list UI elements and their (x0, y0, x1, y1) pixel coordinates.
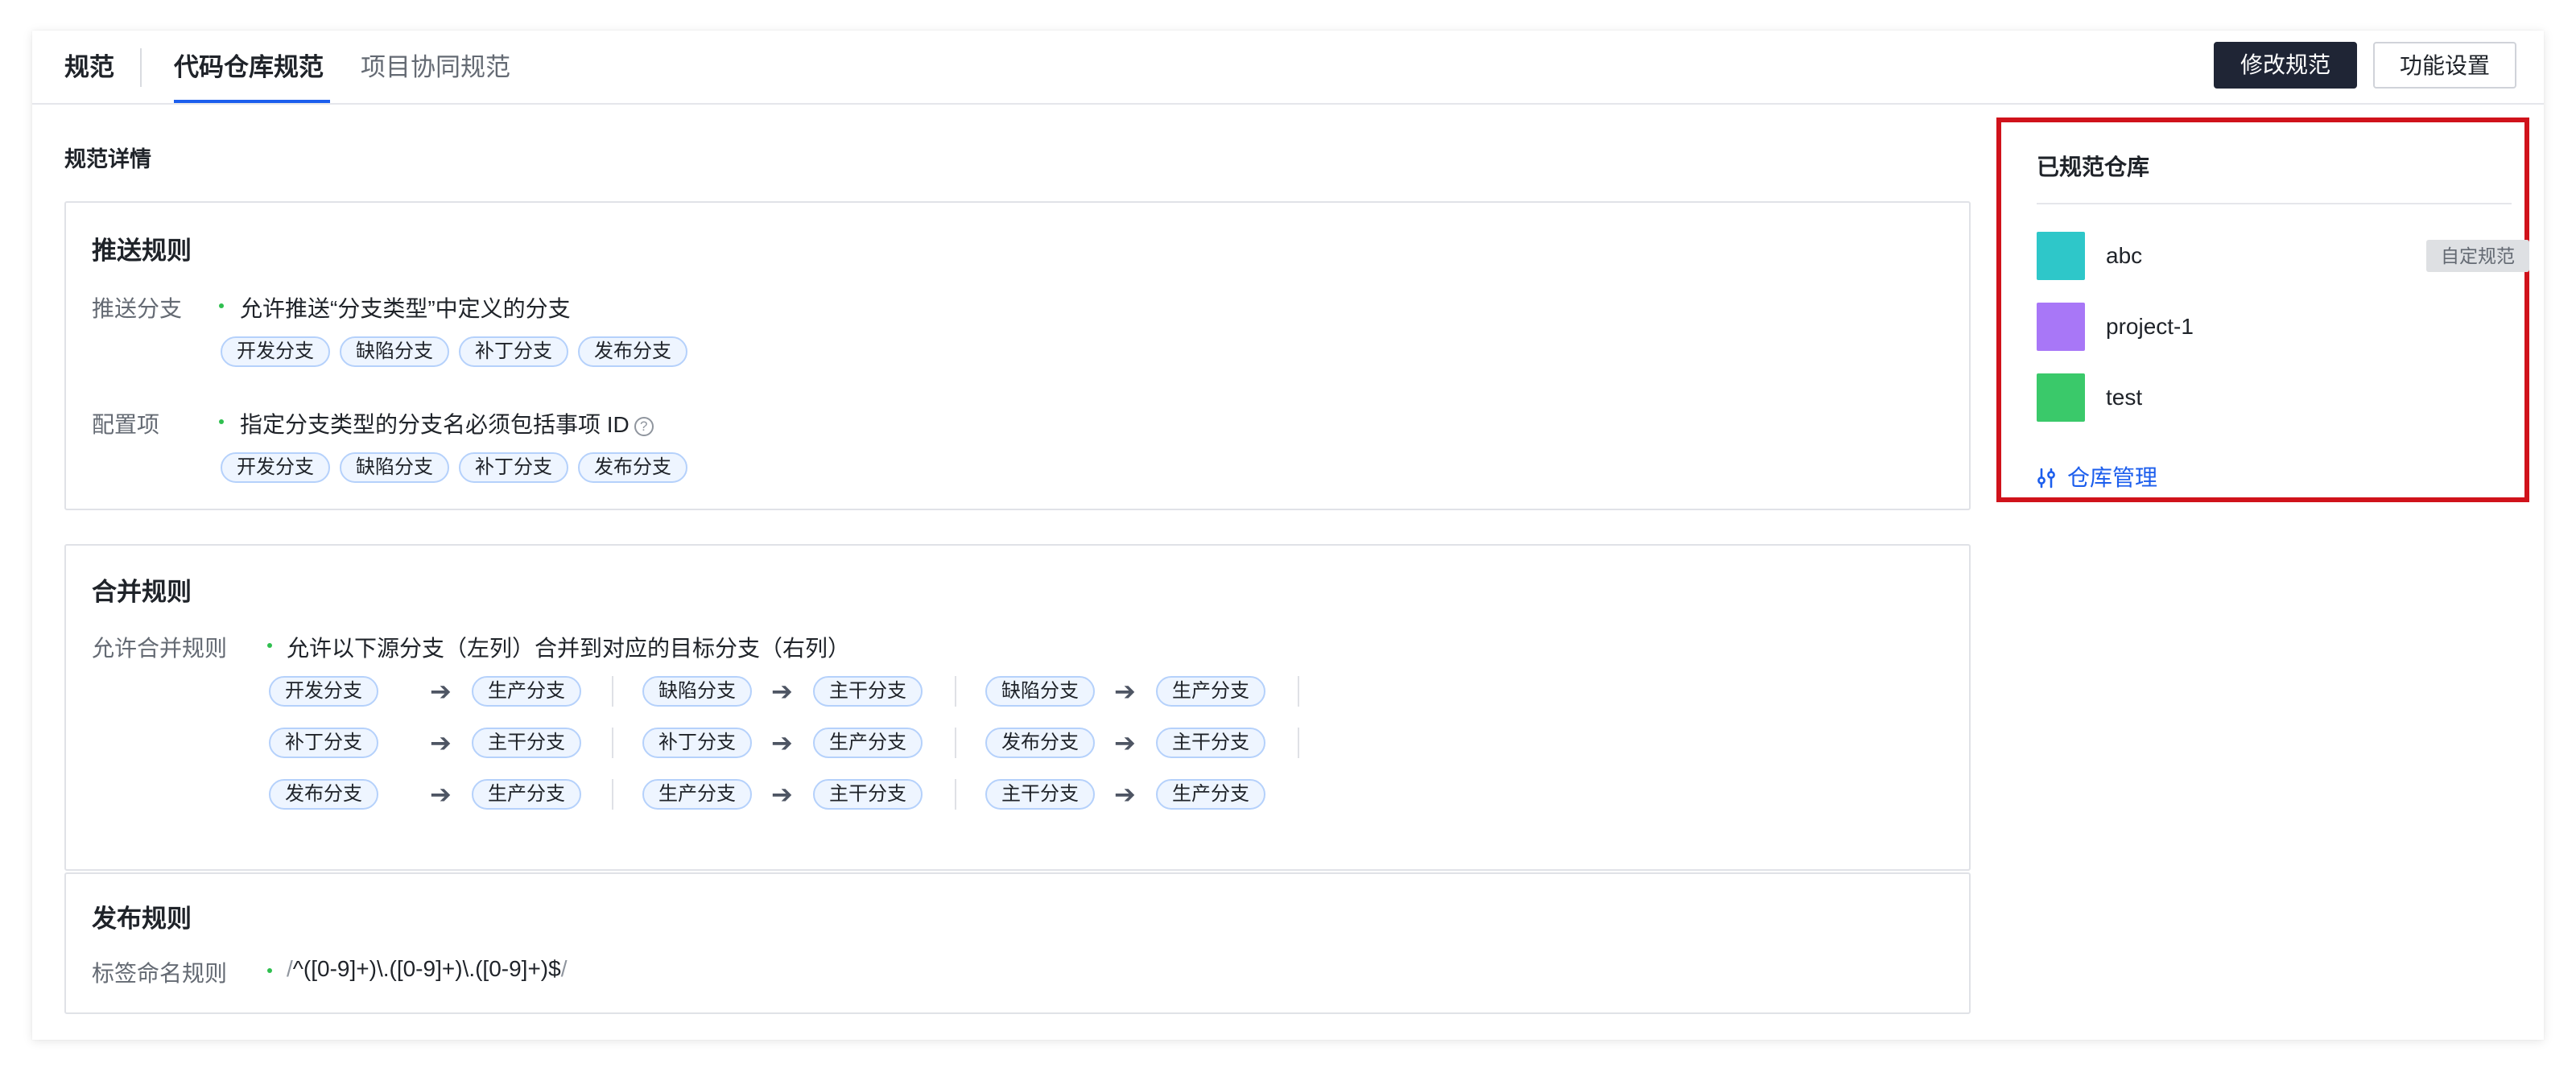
source-branch-tag: 缺陷分支 (642, 676, 752, 707)
target-branch-tag: 生产分支 (472, 676, 581, 707)
release-rules-panel: 发布规则 标签命名规则 /^([0-9]+)\.([0-9]+)\.([0-9]… (64, 872, 1971, 1014)
edit-rules-button[interactable]: 修改规范 (2214, 42, 2357, 89)
arrow-right-icon: ➔ (771, 780, 793, 809)
custom-rule-badge: 自定规范 (2426, 240, 2529, 272)
branch-tag: 缺陷分支 (340, 452, 449, 483)
branch-tag: 开发分支 (221, 336, 330, 367)
source-branch-tag: 补丁分支 (269, 728, 378, 758)
repo-name[interactable]: abc (2106, 243, 2142, 269)
repo-management-link[interactable]: 仓库管理 (2037, 460, 2157, 493)
arrow-right-icon: ➔ (1114, 780, 1136, 809)
source-branch-tag: 缺陷分支 (985, 676, 1095, 707)
column-divider (955, 728, 956, 758)
column-divider (955, 779, 956, 810)
push-rules-panel: 推送规则 推送分支 允许推送“分支类型”中定义的分支 开发分支 缺陷分支 补丁分… (64, 201, 1971, 510)
branch-tag: 补丁分支 (459, 452, 568, 483)
tag-naming-label: 标签命名规则 (92, 961, 228, 986)
rules-card: 规范 代码仓库规范 项目协同规范 修改规范 功能设置 规范详情 推送规则 推送分… (32, 31, 2544, 1040)
governed-repos-panel: 已规范仓库 abc 自定规范 project-1 test 仓库管理 (1996, 118, 2529, 502)
regex-delimiter: / (560, 956, 568, 981)
target-branch-tag: 主干分支 (472, 728, 581, 758)
merge-rules-text: 允许以下源分支（左列）合并到对应的目标分支（右列） (287, 636, 851, 661)
push-rules-title: 推送规则 (92, 237, 192, 265)
bullet-dot (267, 968, 272, 973)
tab-project-collab-rules[interactable]: 项目协同规范 (361, 52, 510, 84)
column-divider (612, 676, 613, 707)
branch-tag: 补丁分支 (459, 336, 568, 367)
target-branch-tag: 生产分支 (1156, 676, 1265, 707)
repo-avatar (2037, 373, 2085, 422)
governed-repos-title: 已规范仓库 (2037, 155, 2150, 179)
regex-pattern: ^([0-9]+)\.([0-9]+)\.([0-9]+)$ (292, 956, 561, 981)
target-branch-tag: 生产分支 (1156, 779, 1265, 810)
repo-name[interactable]: test (2106, 385, 2142, 410)
column-divider (1298, 728, 1299, 758)
merge-rules-title: 合并规则 (92, 578, 192, 606)
regex-delimiter: / (287, 956, 293, 981)
target-branch-tag: 生产分支 (472, 779, 581, 810)
sliders-icon (2037, 468, 2055, 488)
detail-title: 规范详情 (64, 147, 151, 171)
column-divider (955, 676, 956, 707)
bullet-dot (219, 303, 224, 308)
release-rules-title: 发布规则 (92, 905, 192, 933)
header-divider (140, 48, 142, 87)
branch-tag: 发布分支 (578, 452, 687, 483)
divider (2037, 203, 2512, 204)
target-branch-tag: 主干分支 (1156, 728, 1265, 758)
page-header: 规范 代码仓库规范 项目协同规范 修改规范 功能设置 (32, 31, 2544, 105)
arrow-right-icon: ➔ (1114, 677, 1136, 706)
repo-avatar (2037, 232, 2085, 280)
active-tab-indicator (174, 100, 330, 103)
push-branch-text: 允许推送“分支类型”中定义的分支 (240, 296, 571, 321)
source-branch-tag: 生产分支 (642, 779, 752, 810)
target-branch-tag: 生产分支 (813, 728, 923, 758)
column-divider (612, 779, 613, 810)
tag-regex: /^([0-9]+)\.([0-9]+)\.([0-9]+)$/ (287, 956, 567, 982)
source-branch-tag: 主干分支 (985, 779, 1095, 810)
breadcrumb[interactable]: 规范 (64, 52, 114, 84)
merge-rules-label: 允许合并规则 (92, 636, 228, 661)
tab-code-repo-rules[interactable]: 代码仓库规范 (174, 52, 324, 84)
branch-tag: 发布分支 (578, 336, 687, 367)
bullet-dot (267, 643, 272, 648)
question-circle-icon[interactable]: ? (634, 416, 654, 436)
branch-tag: 缺陷分支 (340, 336, 449, 367)
target-branch-tag: 主干分支 (813, 779, 923, 810)
arrow-right-icon: ➔ (430, 728, 452, 757)
arrow-right-icon: ➔ (771, 677, 793, 706)
source-branch-tag: 补丁分支 (642, 728, 752, 758)
repo-management-label: 仓库管理 (2067, 465, 2158, 490)
source-branch-tag: 发布分支 (269, 779, 378, 810)
target-branch-tag: 主干分支 (813, 676, 923, 707)
merge-rules-panel: 合并规则 允许合并规则 允许以下源分支（左列）合并到对应的目标分支（右列） 开发… (64, 544, 1971, 871)
column-divider (1298, 676, 1299, 707)
push-branch-label: 推送分支 (92, 296, 183, 321)
config-row: 指定分支类型的分支名必须包括事项 ID? (240, 407, 654, 439)
source-branch-tag: 开发分支 (269, 676, 378, 707)
source-branch-tag: 发布分支 (985, 728, 1095, 758)
bullet-dot (219, 419, 224, 424)
arrow-right-icon: ➔ (771, 728, 793, 757)
arrow-right-icon: ➔ (430, 780, 452, 809)
branch-tag: 开发分支 (221, 452, 330, 483)
repo-avatar (2037, 303, 2085, 351)
column-divider (612, 728, 613, 758)
arrow-right-icon: ➔ (430, 677, 452, 706)
config-text: 指定分支类型的分支名必须包括事项 ID (240, 412, 630, 437)
arrow-right-icon: ➔ (1114, 728, 1136, 757)
repo-name[interactable]: project-1 (2106, 314, 2194, 340)
feature-settings-button[interactable]: 功能设置 (2373, 42, 2516, 89)
config-label: 配置项 (92, 412, 160, 437)
